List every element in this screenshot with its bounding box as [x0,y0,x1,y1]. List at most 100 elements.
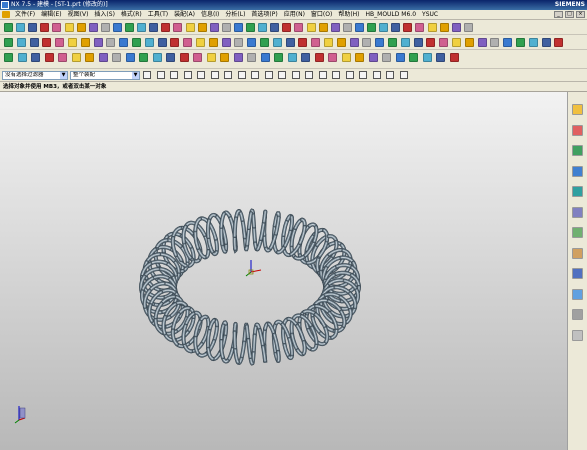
toolbar-tool-icon[interactable] [391,23,401,32]
toolbar-tool-icon[interactable] [173,23,183,32]
snap-tool-icon[interactable] [170,71,178,79]
toolbar-tool-icon[interactable] [193,53,202,62]
toolbar-tool-icon[interactable] [16,23,26,32]
menu-edit[interactable]: 编辑(E) [38,10,64,19]
minimize-icon[interactable]: _ [554,11,563,18]
toolbar-tool-icon[interactable] [93,38,103,47]
toolbar-tool-icon[interactable] [139,53,148,62]
toolbar-tool-icon[interactable] [64,23,74,32]
snap-tool-icon[interactable] [278,71,286,79]
toolbar-tool-icon[interactable] [463,23,473,32]
toolbar-tool-icon[interactable] [119,38,129,47]
toolbar-tool-icon[interactable] [28,23,38,32]
toolbar-tool-icon[interactable] [395,53,405,62]
toolbar-tool-icon[interactable] [44,53,54,62]
toolbar-tool-icon[interactable] [379,23,389,32]
toolbar-tool-icon[interactable] [427,23,437,32]
toolbar-tool-icon[interactable] [197,23,207,32]
menu-information[interactable]: 信息(I) [198,10,222,19]
toolbar-tool-icon[interactable] [247,53,256,62]
toolbar-tool-icon[interactable] [98,53,108,62]
toolbar-tool-icon[interactable] [233,53,243,62]
toolbar-tool-icon[interactable] [260,53,270,62]
toolbar-tool-icon[interactable] [314,53,324,62]
snap-tool-icon[interactable] [224,71,232,79]
type-filter-dropdown[interactable]: 没有选择过滤器 ▼ [2,71,68,80]
snap-tool-icon[interactable] [399,71,408,79]
toolbar-tool-icon[interactable] [58,53,67,62]
toolbar-tool-icon[interactable] [144,38,154,47]
toolbar-tool-icon[interactable] [112,53,121,62]
toolbar-tool-icon[interactable] [161,23,171,32]
toolbar-tool-icon[interactable] [220,53,229,62]
toolbar-tool-icon[interactable] [185,23,195,32]
menu-hb-mould[interactable]: HB_MOULD M6.0 [363,10,420,19]
menu-preferences[interactable]: 首选项(P) [248,10,280,19]
toolbar-tool-icon[interactable] [270,23,280,32]
toolbar-tool-icon[interactable] [368,53,378,62]
snap-tool-icon[interactable] [291,71,300,79]
resource-tab-icon[interactable] [572,145,583,156]
toolbar-tool-icon[interactable] [80,38,90,47]
toolbar-tool-icon[interactable] [125,53,135,62]
toolbar-tool-icon[interactable] [341,53,351,62]
resource-tab-icon[interactable] [572,104,583,115]
toolbar-tool-icon[interactable] [336,38,346,47]
toolbar-tool-icon[interactable] [413,38,423,47]
menu-help[interactable]: 帮助(H) [335,10,362,19]
toolbar-tool-icon[interactable] [282,23,292,32]
toolbar-tool-icon[interactable] [452,38,461,47]
resource-tab-icon[interactable] [572,247,583,259]
toolbar-tool-icon[interactable] [324,38,333,47]
toolbar-tool-icon[interactable] [179,53,189,62]
restore-icon[interactable]: □ [565,11,574,18]
toolbar-tool-icon[interactable] [388,38,397,47]
toolbar-tool-icon[interactable] [477,38,487,47]
toolbar-tool-icon[interactable] [166,53,175,62]
toolbar-tool-icon[interactable] [362,38,372,47]
toolbar-tool-icon[interactable] [400,38,410,47]
toolbar-tool-icon[interactable] [208,38,218,47]
menu-analysis[interactable]: 分析(L) [222,10,248,19]
snap-tool-icon[interactable] [237,71,246,79]
snap-tool-icon[interactable] [183,71,192,79]
toolbar-tool-icon[interactable] [415,23,425,32]
snap-tool-icon[interactable] [386,71,394,79]
toolbar-tool-icon[interactable] [294,23,304,32]
toolbar-tool-icon[interactable] [42,38,52,47]
toolbar-tool-icon[interactable] [170,38,180,47]
viewport-canvas[interactable] [0,92,567,450]
snap-tool-icon[interactable] [251,71,259,79]
toolbar-tool-icon[interactable] [221,38,231,47]
snap-tool-icon[interactable] [372,71,381,79]
toolbar-tool-icon[interactable] [106,38,116,47]
menu-application[interactable]: 应用(N) [281,10,308,19]
menu-tools[interactable]: 工具(T) [145,10,171,19]
toolbar-tool-icon[interactable] [528,38,538,47]
toolbar-tool-icon[interactable] [287,53,297,62]
resource-tab-icon[interactable] [572,186,583,197]
toolbar-tool-icon[interactable] [68,38,77,47]
toolbar-tool-icon[interactable] [330,23,340,32]
toolbar-tool-icon[interactable] [246,23,255,32]
toolbar-tool-icon[interactable] [541,38,551,47]
snap-tool-icon[interactable] [197,71,205,79]
toolbar-tool-icon[interactable] [451,23,461,32]
snap-tool-icon[interactable] [210,71,219,79]
toolbar-tool-icon[interactable] [40,23,50,32]
toolbar-tool-icon[interactable] [100,23,110,32]
toolbar-tool-icon[interactable] [306,23,316,32]
toolbar-tool-icon[interactable] [112,23,122,32]
toolbar-tool-icon[interactable] [516,38,525,47]
toolbar-tool-icon[interactable] [503,38,513,47]
snap-tool-icon[interactable] [143,71,151,79]
toolbar-tool-icon[interactable] [152,53,162,62]
toolbar-tool-icon[interactable] [426,38,436,47]
snap-tool-icon[interactable] [359,71,367,79]
toolbar-tool-icon[interactable] [85,53,94,62]
toolbar-tool-icon[interactable] [55,38,65,47]
toolbar-tool-icon[interactable] [221,23,231,32]
toolbar-tool-icon[interactable] [409,53,418,62]
toolbar-tool-icon[interactable] [157,38,167,47]
toolbar-tool-icon[interactable] [31,53,40,62]
